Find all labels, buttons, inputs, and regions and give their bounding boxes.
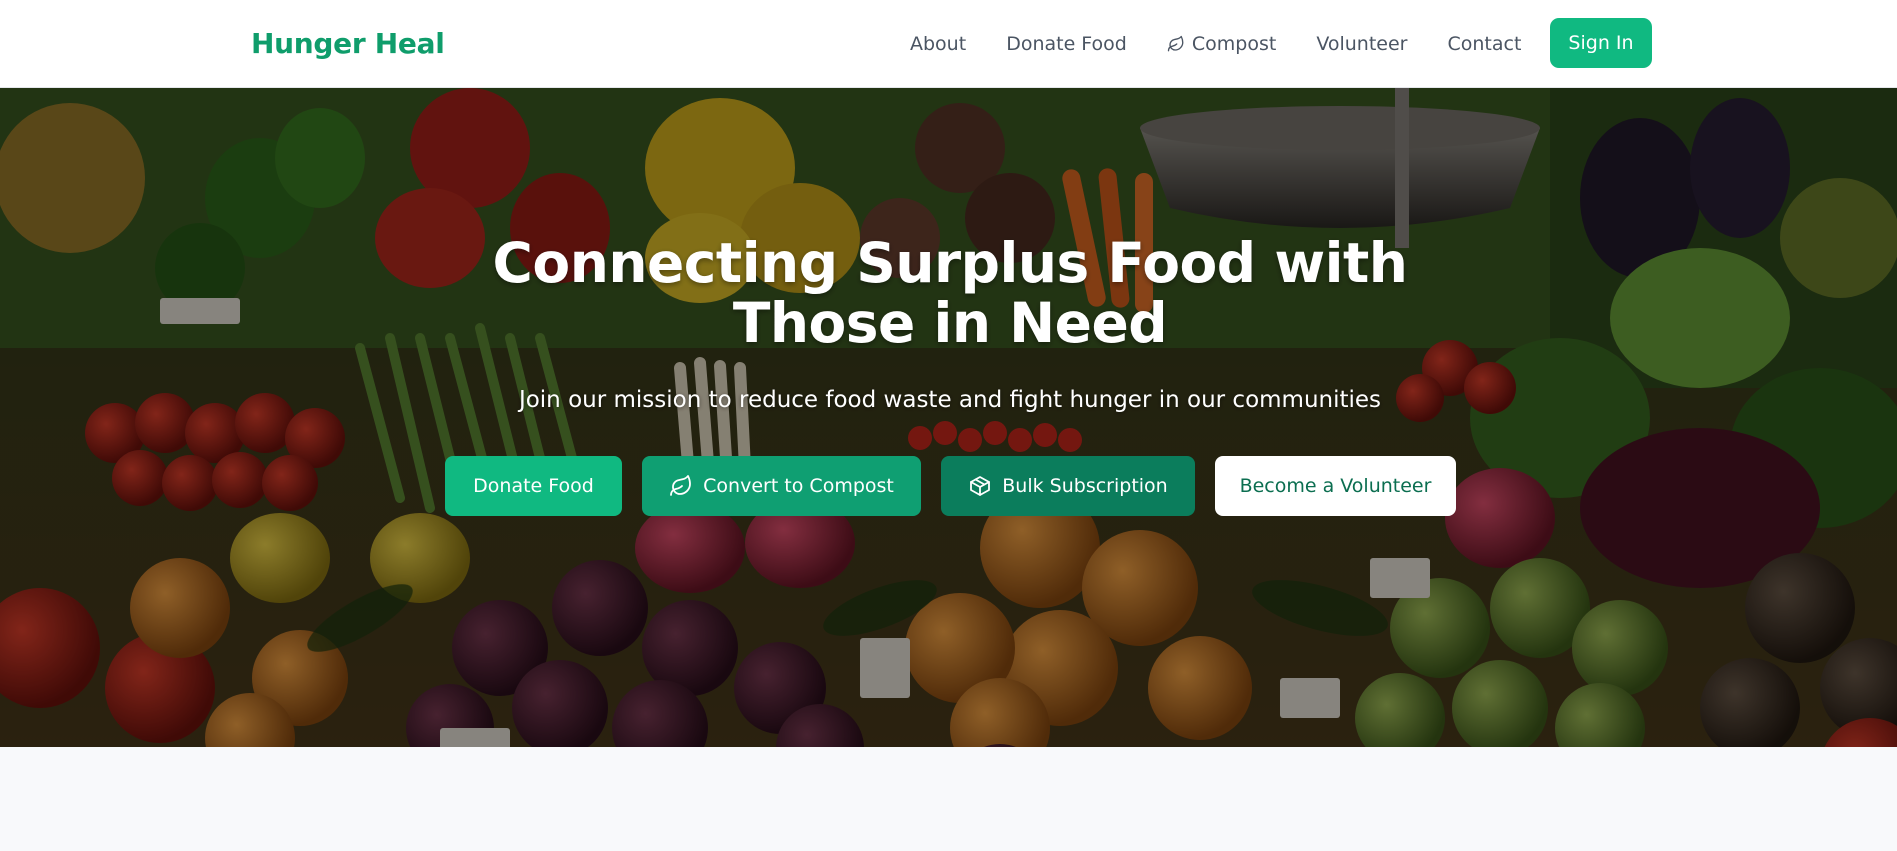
nav-compost-label: Compost [1191, 33, 1277, 55]
nav-contact[interactable]: Contact [1447, 30, 1521, 58]
convert-to-compost-button[interactable]: Convert to Compost [642, 456, 921, 516]
nav-about-label: About [910, 33, 967, 55]
main-nav: About Donate Food Compost Volunteer Cont… [910, 30, 1561, 58]
hero-title: Connecting Surplus Food with Those in Ne… [492, 231, 1408, 355]
package-icon [970, 476, 991, 496]
brand-logo[interactable]: Hunger Heal [251, 26, 445, 62]
nav-compost[interactable]: Compost [1167, 30, 1276, 58]
nav-contact-label: Contact [1447, 33, 1522, 55]
top-navbar: Hunger Heal About Donate Food Compost Vo… [0, 0, 1897, 88]
leaf-icon [670, 475, 692, 496]
nav-donate-food[interactable]: Donate Food [1006, 30, 1127, 58]
hero-section: Connecting Surplus Food with Those in Ne… [0, 88, 1897, 747]
content-area [0, 747, 1897, 851]
become-volunteer-label: Become a Volunteer [1239, 475, 1432, 497]
bulk-subscription-label: Bulk Subscription [1002, 475, 1168, 497]
nav-volunteer[interactable]: Volunteer [1316, 30, 1407, 58]
leaf-icon [1167, 35, 1184, 52]
nav-donate-food-label: Donate Food [1006, 33, 1127, 55]
donate-food-button[interactable]: Donate Food [445, 456, 622, 516]
convert-to-compost-label: Convert to Compost [703, 475, 894, 497]
hero-overlay [0, 88, 1897, 747]
hero-subtitle: Join our mission to reduce food waste an… [518, 387, 1382, 413]
nav-about[interactable]: About [910, 30, 966, 58]
nav-volunteer-label: Volunteer [1316, 33, 1408, 55]
donate-food-button-label: Donate Food [473, 475, 594, 497]
become-volunteer-button[interactable]: Become a Volunteer [1215, 456, 1456, 516]
bulk-subscription-button[interactable]: Bulk Subscription [941, 456, 1195, 516]
sign-in-button[interactable]: Sign In [1550, 18, 1652, 68]
